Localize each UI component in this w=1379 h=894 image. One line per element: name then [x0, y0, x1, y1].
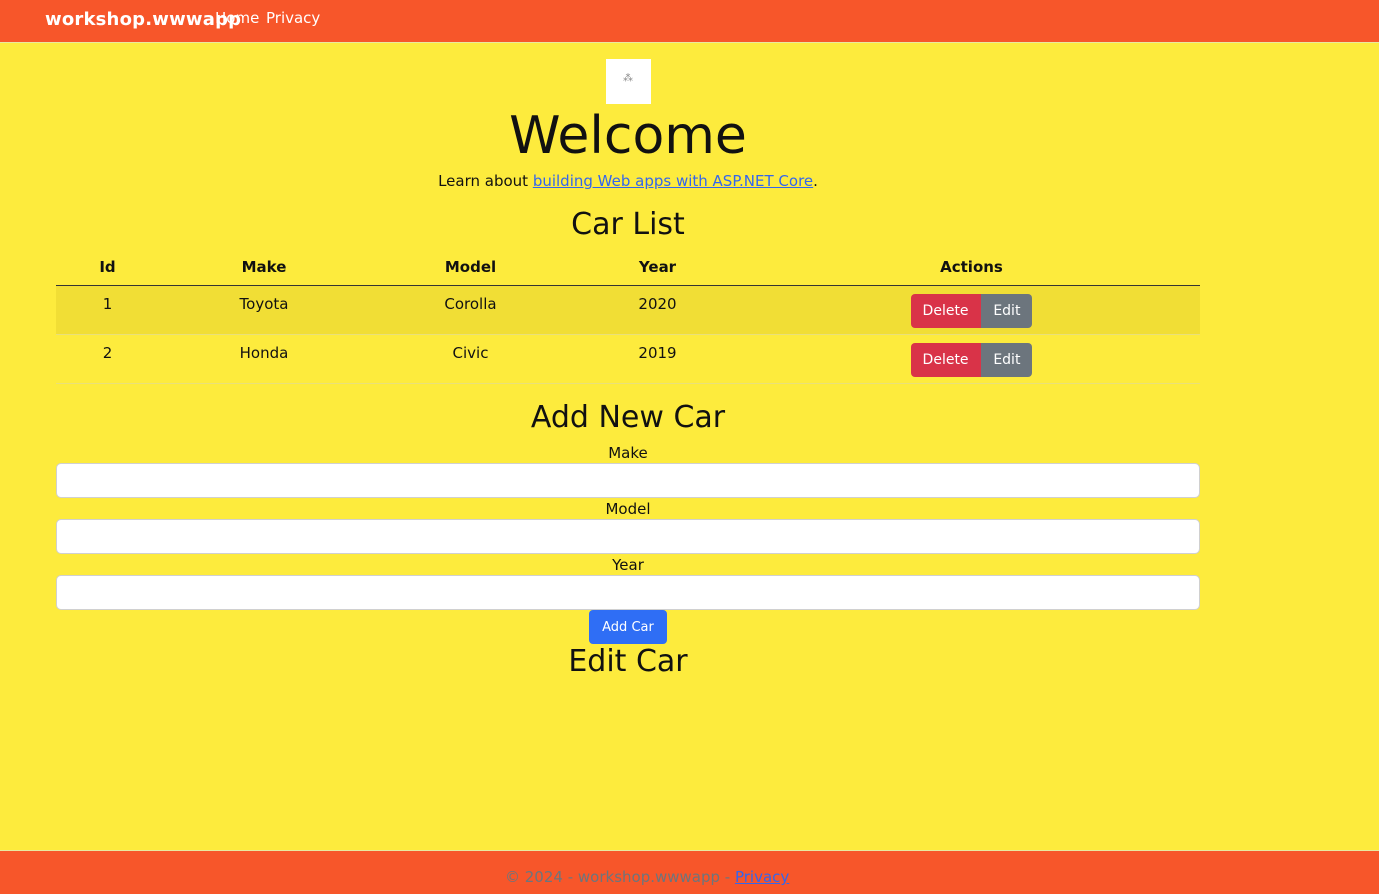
delete-button[interactable]: Delete: [910, 294, 981, 328]
delete-button[interactable]: Delete: [910, 343, 981, 377]
aspnet-docs-link[interactable]: building Web apps with ASP.NET Core: [533, 172, 813, 190]
make-input[interactable]: [56, 463, 1200, 498]
broken-image-icon: ⁂: [606, 59, 651, 104]
table-row: 2 Honda Civic 2019 Delete Edit: [56, 334, 1200, 384]
learn-prefix: Learn about: [438, 172, 533, 190]
edit-button[interactable]: Edit: [981, 343, 1033, 377]
car-table: Id Make Model Year Actions 1 Toyota Coro…: [56, 249, 1200, 384]
footer-privacy-link[interactable]: Privacy: [735, 868, 789, 886]
table-row: 1 Toyota Corolla 2020 Delete Edit: [56, 285, 1200, 335]
year-input[interactable]: [56, 575, 1200, 610]
nav-link-home[interactable]: Home: [215, 9, 259, 27]
cell-make: Honda: [159, 334, 369, 384]
cell-model: Corolla: [369, 285, 572, 335]
column-header-make: Make: [159, 249, 369, 286]
cell-make: Toyota: [159, 285, 369, 335]
car-list-heading: Car List: [571, 207, 685, 242]
model-input[interactable]: [56, 519, 1200, 554]
footer-text: © 2024 - workshop.wwwapp - Privacy: [505, 868, 789, 886]
edit-car-heading: Edit Car: [568, 644, 688, 679]
top-navbar: workshop.wwwapp Home Privacy: [0, 0, 1379, 43]
learn-about-text: Learn about building Web apps with ASP.N…: [0, 171, 1256, 191]
column-header-model: Model: [369, 249, 572, 286]
cell-id: 2: [56, 334, 159, 384]
cell-actions: Delete Edit: [743, 334, 1200, 384]
brand-link[interactable]: workshop.wwwapp: [45, 9, 241, 30]
cell-model: Civic: [369, 334, 572, 384]
learn-suffix: .: [813, 172, 818, 190]
year-label: Year: [612, 556, 644, 574]
cell-year: 2020: [572, 285, 743, 335]
model-label: Model: [605, 500, 651, 518]
table-header-row: Id Make Model Year Actions: [56, 249, 1200, 286]
cell-actions: Delete Edit: [743, 285, 1200, 335]
add-car-heading: Add New Car: [530, 400, 726, 435]
copyright-text: © 2024 - workshop.wwwapp -: [505, 868, 735, 886]
make-label: Make: [608, 444, 648, 462]
cell-id: 1: [56, 285, 159, 335]
footer: © 2024 - workshop.wwwapp - Privacy: [0, 850, 1379, 894]
add-car-button[interactable]: Add Car: [589, 610, 667, 644]
column-header-actions: Actions: [743, 249, 1200, 286]
column-header-id: Id: [56, 249, 159, 286]
cell-year: 2019: [572, 334, 743, 384]
column-header-year: Year: [572, 249, 743, 286]
nav-link-privacy[interactable]: Privacy: [266, 9, 320, 27]
edit-button[interactable]: Edit: [981, 294, 1033, 328]
welcome-heading: Welcome: [509, 106, 747, 166]
